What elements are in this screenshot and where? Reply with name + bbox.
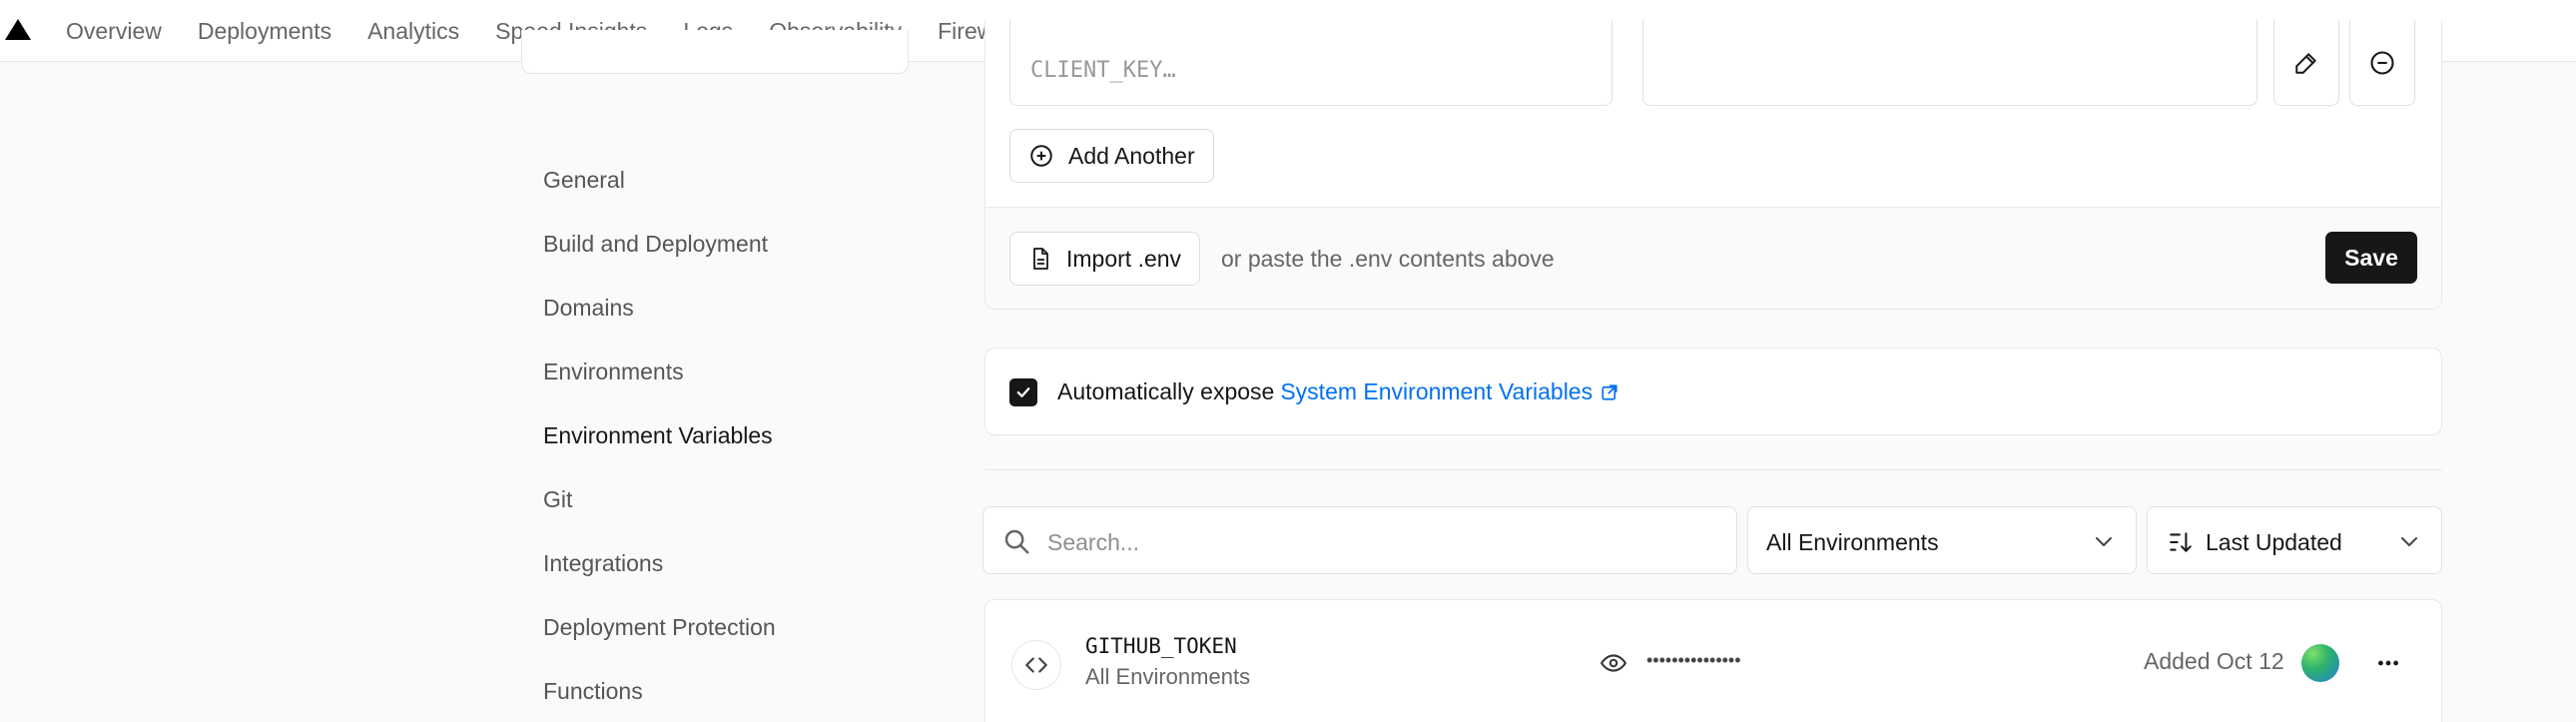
form-footer <box>985 208 2441 309</box>
added-date: Added Oct 12 <box>2144 648 2284 674</box>
code-icon <box>1025 657 1047 673</box>
code-icon-badge <box>1011 640 1061 690</box>
tab-overview[interactable]: Overview <box>48 0 180 62</box>
pencil-icon <box>2295 52 2316 74</box>
check-icon <box>1016 387 1030 397</box>
add-another-label: Add Another <box>1068 142 1195 169</box>
system-env-vars-link-label: System Environment Variables <box>1280 378 1594 404</box>
file-icon <box>1033 248 1048 270</box>
avatar[interactable] <box>2301 644 2339 682</box>
add-another-button[interactable]: Add Another <box>1009 129 1214 183</box>
sidebar-item-build-and-deployment[interactable]: Build and Deployment <box>543 212 776 276</box>
sidebar-item-environments[interactable]: Environments <box>543 340 776 403</box>
sort-icon <box>2170 532 2192 552</box>
search-icon <box>1004 529 1029 554</box>
sidebar-item-integrations[interactable]: Integrations <box>543 531 776 595</box>
save-button[interactable]: Save <box>2325 232 2417 284</box>
system-env-vars-link[interactable]: System Environment Variables <box>1280 378 1618 405</box>
sidebar-item-functions[interactable]: Functions <box>543 659 776 722</box>
plus-circle-icon <box>1030 145 1052 167</box>
expose-text-row: Automatically expose System Environment … <box>1057 378 1618 405</box>
sidebar-item-general[interactable]: General <box>543 148 776 212</box>
sidebar-item-domains[interactable]: Domains <box>543 276 776 340</box>
sidebar-item-deployment-protection[interactable]: Deployment Protection <box>543 595 776 659</box>
import-env-button[interactable]: Import .env <box>1009 232 1201 286</box>
vercel-logo-icon[interactable] <box>4 17 32 41</box>
masked-value: ••••••••••••••• <box>1646 650 1741 670</box>
expose-checkbox[interactable] <box>1009 378 1037 406</box>
key-input[interactable]: CLIENT_KEY… <box>1009 20 1612 106</box>
sidebar-search-input[interactable] <box>521 30 909 74</box>
search-input[interactable]: Search... <box>982 506 1737 574</box>
edit-button[interactable] <box>2273 20 2339 106</box>
environment-select-value: All Environments <box>1766 529 1939 555</box>
eye-icon[interactable] <box>1599 650 1628 676</box>
tab-analytics[interactable]: Analytics <box>349 0 477 62</box>
minus-circle-icon <box>2370 50 2394 75</box>
sidebar-item-environment-variables[interactable]: Environment Variables <box>543 403 776 467</box>
env-variable-row: GITHUB_TOKEN All Environments ••••••••••… <box>984 599 2442 722</box>
more-horizontal-icon[interactable] <box>2373 650 2403 676</box>
key-input-placeholder: CLIENT_KEY… <box>1030 58 1176 83</box>
env-variable-form: CLIENT_KEY… Add Another Import .env or p… <box>984 20 2442 310</box>
expose-label: Automatically expose <box>1057 378 1275 404</box>
form-divider <box>985 207 2441 208</box>
section-divider <box>984 469 2442 470</box>
sort-select-value: Last Updated <box>2206 529 2342 555</box>
settings-sidebar: General Build and Deployment Domains Env… <box>543 148 776 722</box>
variable-environments: All Environments <box>1085 664 1251 689</box>
chevron-down-icon <box>2401 537 2417 546</box>
remove-button[interactable] <box>2349 20 2415 106</box>
chevron-down-icon <box>2096 537 2112 546</box>
external-link-icon <box>1602 383 1617 400</box>
variable-name: GITHUB_TOKEN <box>1085 634 1237 658</box>
sidebar-item-git[interactable]: Git <box>543 467 776 531</box>
paste-hint: or paste the .env contents above <box>1221 246 1555 272</box>
value-input[interactable] <box>1642 20 2257 106</box>
search-placeholder: Search... <box>1047 529 1140 555</box>
import-env-label: Import .env <box>1066 245 1182 272</box>
tab-deployments[interactable]: Deployments <box>180 0 349 62</box>
sort-select[interactable]: Last Updated <box>2147 506 2442 574</box>
expose-system-vars-card: Automatically expose System Environment … <box>984 348 2442 435</box>
environment-select[interactable]: All Environments <box>1747 506 2137 574</box>
